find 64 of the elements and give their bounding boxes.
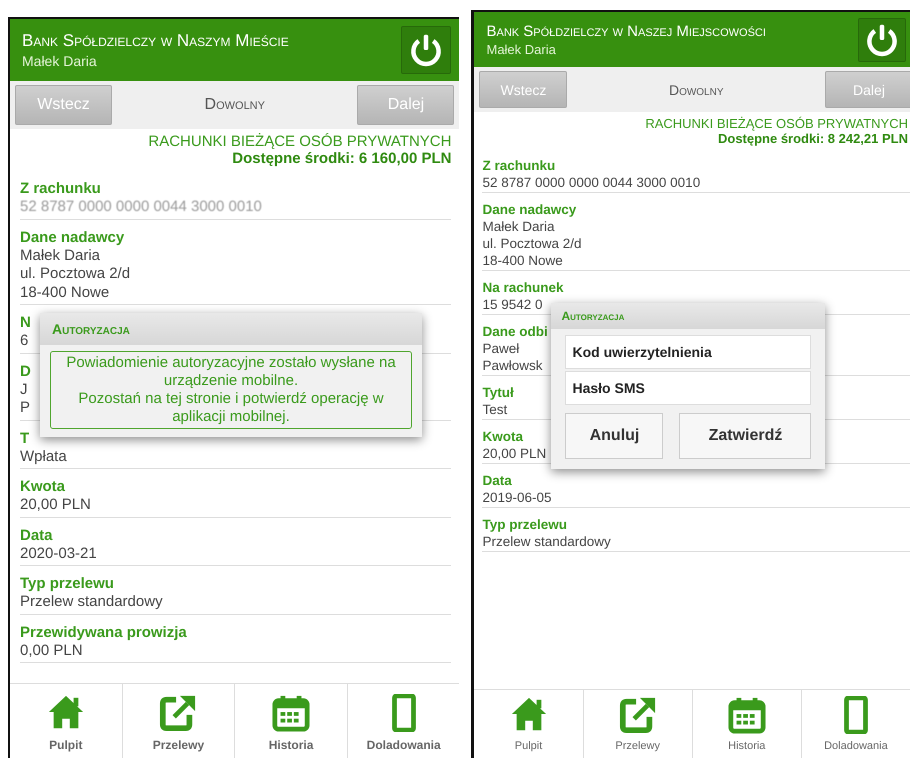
field-value: Przelew standardowy bbox=[20, 593, 163, 612]
field-value: ul. Pocztowa 2/d bbox=[20, 265, 130, 284]
field-value: Wpłata bbox=[20, 448, 67, 466]
field-value: 52 8787 0000 0000 0044 3000 0010 bbox=[20, 198, 262, 216]
user-name: Małek Daria bbox=[486, 42, 557, 56]
field-value: 2020-03-21 bbox=[20, 544, 97, 563]
field-value: Małek Daria bbox=[20, 246, 100, 265]
page-title: Dowolny bbox=[204, 96, 265, 114]
field-value: 52 8787 0000 0000 0044 3000 0010 bbox=[482, 174, 700, 191]
field-value: Test bbox=[482, 401, 508, 418]
field-label: T bbox=[20, 430, 30, 448]
logout-button[interactable] bbox=[401, 26, 452, 74]
share-arrow-icon bbox=[618, 696, 657, 734]
field-label: Z rachunku bbox=[482, 158, 556, 174]
field-value: 2019-06-05 bbox=[482, 489, 552, 506]
field-value: Pawłowsk bbox=[482, 357, 543, 374]
field-value: 18-400 Nowe bbox=[20, 284, 110, 302]
power-icon bbox=[864, 22, 900, 58]
field-label: N bbox=[20, 314, 31, 332]
user-name: Małek Daria bbox=[22, 53, 98, 69]
field-value: Małek Daria bbox=[482, 218, 555, 235]
confirm-button[interactable]: Zatwierdź bbox=[679, 413, 812, 459]
field-label: Typ przelewu bbox=[20, 575, 114, 593]
field-value: Paweł bbox=[482, 340, 520, 357]
available-funds: Dostępne środki: 8 242,21 PLN bbox=[716, 131, 908, 146]
input-field[interactable]: Kod uwierzytelnienia bbox=[565, 335, 812, 369]
dialog-title: Autoryzacja bbox=[40, 313, 422, 345]
field-value: 18-400 Nowe bbox=[482, 252, 563, 269]
field-label: Data bbox=[20, 526, 53, 544]
field-value: J bbox=[20, 380, 28, 399]
field-value: 0,00 PLN bbox=[20, 642, 83, 660]
cancel-button[interactable]: Anuluj bbox=[565, 413, 664, 459]
field-label: Kwota bbox=[482, 429, 523, 445]
bank-name: Bank Spółdzielczy w Naszej Miejscowości bbox=[486, 22, 766, 40]
page-title: Dowolny bbox=[668, 82, 724, 98]
account-type: RACHUNKI BIEŻĄCE OSÓB PRYWATNYCH bbox=[644, 116, 908, 131]
field-label: Typ przelewu bbox=[482, 517, 567, 533]
field-value: 6 bbox=[20, 332, 28, 350]
field-value: 20,00 PLN bbox=[20, 496, 91, 514]
dialog-title: Autoryzacja bbox=[551, 303, 826, 329]
field-label: Dane odbi bbox=[482, 324, 548, 340]
share-arrow-icon bbox=[159, 694, 198, 732]
input-field[interactable]: Hasło SMS bbox=[565, 371, 812, 405]
calendar-icon bbox=[272, 694, 310, 732]
field-label: Przewidywana prowizja bbox=[20, 624, 187, 642]
field-value: P bbox=[20, 399, 30, 418]
field-label: Dane nadawcy bbox=[20, 228, 124, 246]
available-funds: Dostępne środki: 6 160,00 PLN bbox=[231, 150, 452, 167]
field-value: ul. Pocztowa 2/d bbox=[482, 235, 582, 252]
account-type: RACHUNKI BIEŻĄCE OSÓB PRYWATNYCH bbox=[147, 133, 452, 150]
field-label: Dane nadawcy bbox=[482, 202, 576, 218]
bank-name: Bank Spółdzielczy w Naszym Mieście bbox=[22, 31, 289, 51]
field-value: 15 9542 0 bbox=[482, 296, 543, 313]
field-label: D bbox=[20, 362, 31, 380]
field-label: Kwota bbox=[20, 478, 65, 496]
field-label: Z rachunku bbox=[20, 180, 101, 198]
calendar-icon bbox=[728, 696, 766, 734]
field-value: 20,00 PLN bbox=[482, 445, 546, 462]
logout-button[interactable] bbox=[858, 18, 906, 62]
field-label: Data bbox=[482, 473, 512, 489]
notification-message: Powiadomienie autoryzacyjne zostało wysłane na urządzenie mobilne. Pozostań na tej stronie i potwierdź operację w aplikacji mobilnej. bbox=[50, 351, 412, 429]
field-label: Tytuł bbox=[482, 385, 514, 401]
field-label: Na rachunek bbox=[482, 280, 564, 296]
field-value: Przelew standardowy bbox=[482, 533, 611, 550]
